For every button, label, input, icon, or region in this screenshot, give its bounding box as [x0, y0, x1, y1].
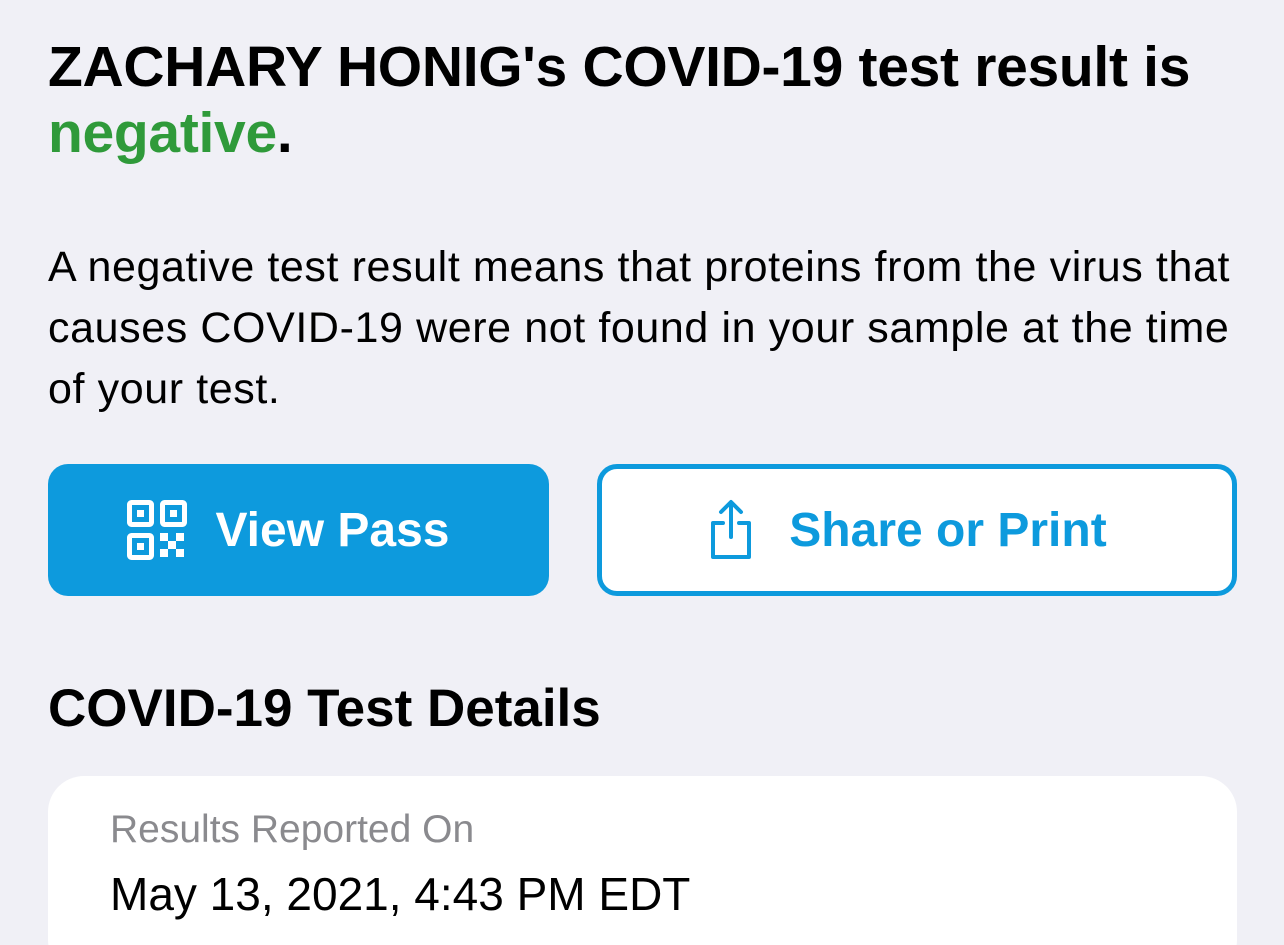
headline-prefix: ZACHARY HONIG's COVID-19 test result is — [48, 35, 1191, 99]
share-icon — [707, 499, 755, 561]
results-reported-value: May 13, 2021, 4:43 PM EDT — [110, 868, 691, 920]
share-or-print-button[interactable]: Share or Print — [597, 464, 1237, 596]
result-description: A negative test result means that protei… — [48, 243, 1231, 413]
test-result-screen: ZACHARY HONIG's COVID-19 test result is … — [0, 0, 1284, 945]
test-details-heading: COVID-19 Test Details — [48, 679, 601, 738]
share-or-print-label: Share or Print — [789, 503, 1107, 557]
headline-suffix: . — [276, 101, 293, 165]
result-status: negative — [48, 101, 277, 165]
qr-code-icon — [126, 499, 188, 561]
view-pass-button[interactable]: View Pass — [48, 464, 549, 596]
result-headline: ZACHARY HONIG's COVID-19 test result is … — [48, 34, 1238, 166]
view-pass-label: View Pass — [215, 503, 450, 557]
results-reported-label: Results Reported On — [110, 808, 475, 851]
test-details-card: Results Reported On May 13, 2021, 4:43 P… — [48, 776, 1237, 945]
